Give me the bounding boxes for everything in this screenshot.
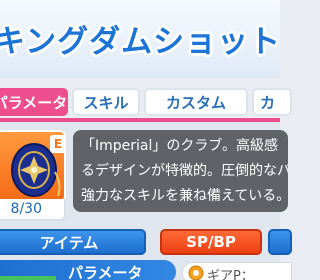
spbp-button[interactable]: SP/BP	[160, 229, 262, 255]
status-line	[0, 276, 56, 280]
item-description: 「Imperial」のクラブ。高級感 るデザインが特徴的。圧倒的なパ 強力なスキ…	[73, 130, 288, 212]
tab-custom[interactable]: カスタム	[144, 88, 248, 116]
item-button[interactable]: アイテム	[0, 229, 146, 255]
tab-bar: パラメータ スキル カスタム カ	[0, 88, 292, 118]
description-line: 「Imperial」のクラブ。高級感	[81, 138, 278, 154]
page-title: キングダムショットクラ	[0, 24, 280, 60]
gear-label: ギアP：	[207, 269, 254, 280]
gear-icon	[187, 264, 205, 280]
extra-button[interactable]	[268, 229, 292, 255]
action-buttons: アイテム SP/BP	[0, 229, 292, 255]
gear-points: ギアP：	[182, 262, 292, 280]
item-card[interactable]: E	[0, 130, 66, 202]
tab-parameters[interactable]: パラメータ	[0, 88, 68, 116]
level-counter: 8/30	[0, 199, 66, 221]
description-line: るデザインが特徴的。圧倒的なパ	[81, 163, 288, 179]
rank-badge: E	[50, 135, 64, 153]
description-line: 強力なスキルを兼ね備えている。	[81, 188, 288, 204]
tab-next[interactable]: カ	[252, 88, 292, 116]
title-bar: キングダムショットクラ	[0, 0, 280, 78]
section-title: パラメータ	[68, 264, 143, 280]
tab-skills[interactable]: スキル	[72, 88, 140, 116]
